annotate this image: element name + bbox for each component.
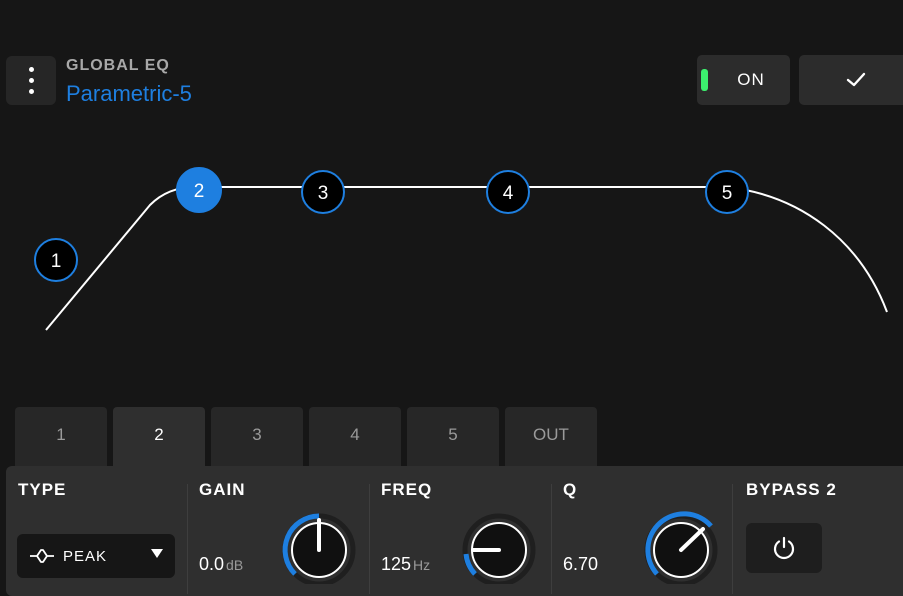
- eq-node-5[interactable]: 5: [705, 170, 749, 214]
- filter-type-value: PEAK: [63, 547, 108, 565]
- freq-unit: Hz: [413, 557, 431, 573]
- peak-filter-icon: [30, 549, 54, 563]
- q-knob[interactable]: [643, 510, 719, 584]
- eq-curve-graph[interactable]: 1 2 3 4 5: [0, 0, 903, 400]
- gain-value: 0.0 dB: [199, 554, 243, 575]
- eq-node-label: 1: [51, 251, 62, 272]
- tab-output[interactable]: OUT: [505, 407, 597, 467]
- type-title: TYPE: [18, 480, 67, 499]
- eq-node-4[interactable]: 4: [486, 170, 530, 214]
- power-icon: [773, 536, 795, 560]
- freq-knob[interactable]: [461, 510, 537, 584]
- eq-node-label: 4: [503, 183, 514, 204]
- gain-unit: dB: [226, 557, 244, 573]
- tab-band-5[interactable]: 5: [407, 407, 499, 467]
- bypass-button[interactable]: [746, 523, 822, 573]
- divider: [551, 484, 552, 594]
- eq-node-label: 5: [722, 183, 733, 204]
- q-value: 6.70: [563, 554, 599, 574]
- bypass-title: BYPASS 2: [746, 480, 837, 499]
- freq-number: 125: [381, 554, 412, 574]
- divider: [187, 484, 188, 594]
- freq-value: 125 Hz: [381, 554, 430, 575]
- gain-number: 0.0: [199, 554, 225, 574]
- tab-band-2[interactable]: 2: [113, 407, 205, 467]
- eq-node-3[interactable]: 3: [301, 170, 345, 214]
- tab-band-1[interactable]: 1: [15, 407, 107, 467]
- eq-response-curve: [45, 186, 888, 331]
- eq-node-1[interactable]: 1: [34, 238, 78, 282]
- dropdown-caret-icon: [151, 549, 163, 558]
- gain-title: GAIN: [199, 480, 246, 499]
- divider: [369, 484, 370, 594]
- freq-title: FREQ: [381, 480, 433, 499]
- eq-node-label: 2: [194, 181, 205, 202]
- q-title: Q: [563, 480, 578, 499]
- gain-knob[interactable]: [281, 510, 357, 584]
- eq-node-label: 3: [318, 183, 329, 204]
- divider: [732, 484, 733, 594]
- filter-type-select[interactable]: PEAK: [17, 534, 175, 578]
- eq-node-2[interactable]: 2: [176, 167, 222, 213]
- tab-band-3[interactable]: 3: [211, 407, 303, 467]
- tab-band-4[interactable]: 4: [309, 407, 401, 467]
